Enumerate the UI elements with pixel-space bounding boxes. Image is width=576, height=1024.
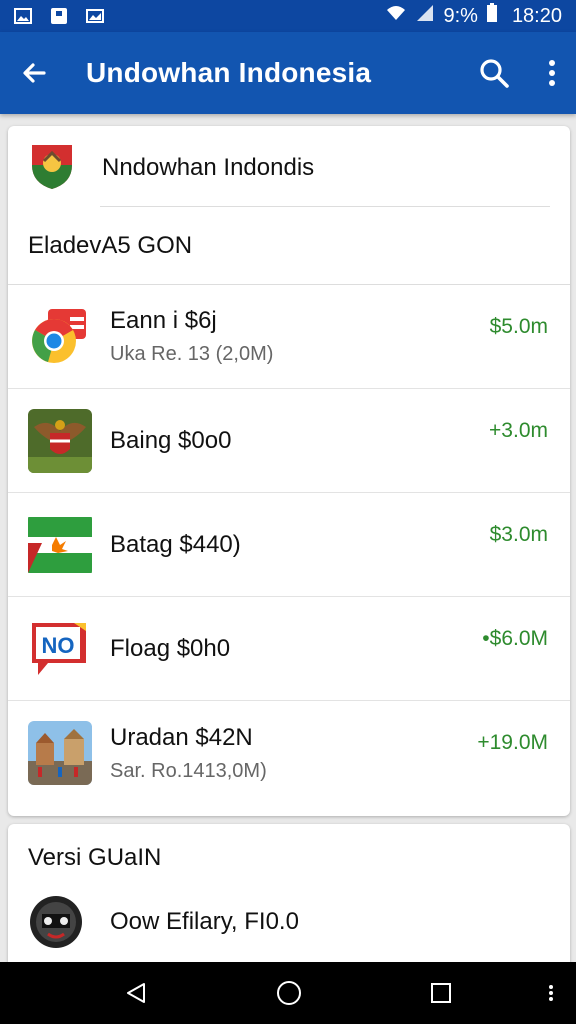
garuda-shield-icon — [28, 141, 76, 196]
home-circle-icon[interactable] — [276, 980, 302, 1006]
save-icon — [50, 8, 68, 24]
app-bar: Undowhan Indonesia — [0, 32, 576, 114]
gallery-icon — [86, 8, 104, 24]
image-icon — [14, 8, 32, 24]
item-name: Oow Efilary, FI0.0 — [110, 908, 299, 935]
item-value: •$6.0M — [482, 627, 548, 650]
section-title: Versi GUaIN — [28, 844, 162, 871]
back-triangle-icon[interactable] — [124, 981, 148, 1005]
chrome-logo-icon — [28, 304, 92, 369]
item-value: $5.0m — [489, 315, 548, 338]
nav-more-icon[interactable] — [548, 984, 554, 1002]
no-badge-icon: NO — [28, 616, 92, 681]
item-value: $3.0m — [489, 523, 548, 546]
item-value: +19.0M — [477, 731, 548, 754]
svg-text:NO: NO — [42, 633, 75, 658]
garuda-emblem-icon — [28, 408, 92, 473]
header-row[interactable]: Nndowhan Indondis — [8, 126, 570, 210]
item-name: Eann i $6j — [110, 307, 217, 334]
signal-text: 9:% — [443, 4, 478, 27]
monument-photo-icon — [28, 721, 92, 785]
item-list: Eann i $6j Uka Re. 13 (2,0M) $5.0m Baing… — [8, 284, 570, 810]
list-item[interactable]: Oow Efilary, FI0.0 — [8, 882, 570, 962]
main-card: Nndowhan Indondis EladevA5 GON Eann i $6… — [8, 126, 570, 816]
battery-icon — [486, 3, 498, 29]
item-subtitle: Sar. Ro.1413,0M) — [110, 759, 267, 782]
item-name: Batag $440) — [110, 530, 241, 558]
item-name: Baing $0o0 — [110, 426, 232, 454]
section-title: EladevA5 GON — [28, 232, 193, 259]
tribal-round-icon — [28, 894, 84, 950]
list-item[interactable]: Baing $0o0 +3.0m — [8, 389, 570, 493]
status-bar: 9:% 18:20 — [0, 0, 576, 32]
more-vert-icon[interactable] — [548, 59, 556, 87]
back-arrow-icon[interactable] — [20, 59, 48, 87]
list-item[interactable]: Uradan $42N Sar. Ro.1413,0M) +19.0M — [8, 701, 570, 805]
item-name: Floag $0h0 — [110, 634, 231, 662]
divider — [100, 206, 550, 207]
list-item[interactable]: NO Floag $0h0 •$6.0M — [8, 597, 570, 701]
recents-square-icon[interactable] — [430, 982, 452, 1004]
list-item[interactable]: Batag $440) $3.0m — [8, 493, 570, 597]
search-icon[interactable] — [478, 57, 510, 89]
list-item[interactable]: Eann i $6j Uka Re. 13 (2,0M) $5.0m — [8, 285, 570, 389]
item-value: +3.0m — [489, 419, 548, 442]
item-name: Uradan $42N — [110, 723, 253, 751]
item-subtitle: Uka Re. 13 (2,0M) — [110, 343, 274, 365]
navigation-bar — [0, 962, 576, 1024]
secondary-card: Versi GUaIN Oow Efilary, FI0.0 — [8, 824, 570, 974]
signal-icon — [415, 4, 435, 28]
header-label: Nndowhan Indondis — [102, 154, 315, 181]
app-title: Undowhan Indonesia — [86, 57, 372, 88]
wifi-icon — [385, 4, 407, 28]
leaf-flag-icon — [28, 512, 92, 577]
clock: 18:20 — [511, 4, 562, 27]
